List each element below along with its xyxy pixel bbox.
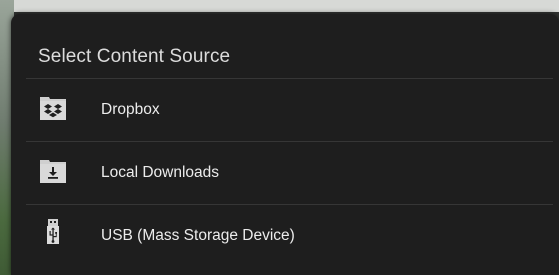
- select-content-source-dialog: Select Content Source Dropbox Local Down…: [11, 14, 559, 275]
- usb-icon: [38, 219, 68, 249]
- dialog-title: Select Content Source: [38, 46, 231, 67]
- source-item-label: USB (Mass Storage Device): [101, 227, 295, 244]
- source-item-label: Dropbox: [101, 101, 160, 118]
- source-item-label: Local Downloads: [101, 164, 220, 181]
- dropbox-folder-icon: [38, 93, 68, 123]
- source-item-local-downloads[interactable]: Local Downloads: [11, 142, 559, 204]
- source-item-usb[interactable]: USB (Mass Storage Device): [11, 205, 559, 267]
- source-item-dropbox[interactable]: Dropbox: [11, 79, 559, 141]
- download-folder-icon: [38, 156, 68, 186]
- background-top-strip: [0, 0, 559, 12]
